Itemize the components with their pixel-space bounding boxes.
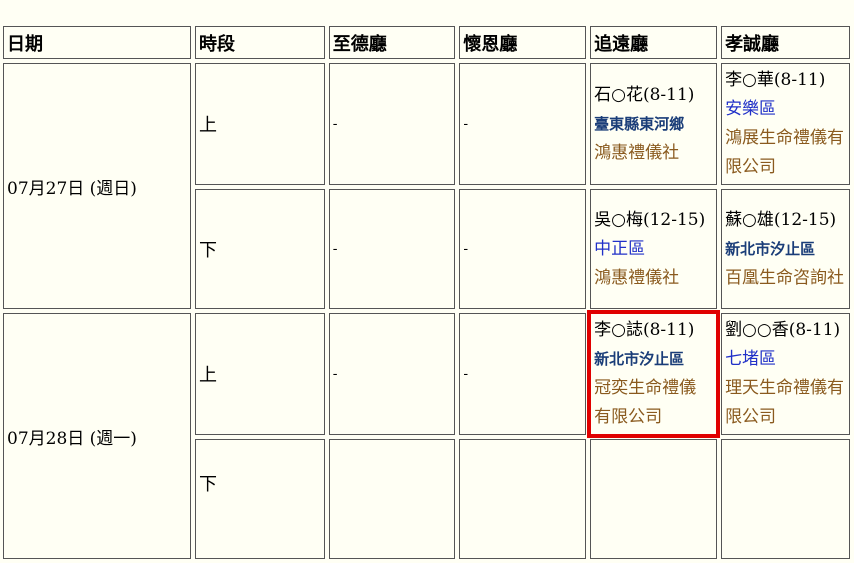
deceased-name: 劉○○香(8-11) bbox=[725, 320, 841, 340]
funeral-company: 理天生命禮儀有限公司 bbox=[725, 378, 845, 427]
table-row: 07月28日 (週一) 上 - - 李○誌(8-11) 新北市汐止區 冠奕生命禮… bbox=[3, 310, 850, 559]
region-text: 七堵區 bbox=[725, 349, 777, 369]
zhuiyuan-cell: 吳○梅(12-15) 中正區 鴻惠禮儀社 bbox=[590, 189, 718, 309]
funeral-company: 鴻惠禮儀社 bbox=[594, 142, 680, 163]
zhuiyuan-cell: 石○花(8-11) 臺東縣東河鄉 鴻惠禮儀社 bbox=[590, 63, 718, 185]
xiaocheng-cell: 李○華(8-11) 安樂區 鴻展生命禮儀有限公司 bbox=[721, 63, 850, 185]
zhide-cell: - bbox=[328, 63, 456, 185]
deceased-name: 蘇○雄(12-15) bbox=[725, 209, 837, 230]
zhuiyuan-cell-highlighted: 李○誌(8-11) 新北市汐止區 冠奕生命禮儀有限公司 bbox=[587, 310, 721, 438]
zhide-cell: - bbox=[328, 313, 456, 435]
deceased-name: 李○華(8-11) bbox=[725, 70, 826, 90]
date-cell: 07月28日 (週一) bbox=[3, 313, 192, 559]
huaien-cell: - bbox=[459, 189, 587, 309]
region-text: 臺東縣東河鄉 bbox=[594, 114, 685, 133]
region-text: 安樂區 bbox=[725, 99, 777, 119]
funeral-company: 冠奕生命禮儀有限公司 bbox=[594, 378, 697, 427]
header-xiaocheng-hall: 孝誠廳 bbox=[721, 26, 850, 59]
deceased-name: 吳○梅(12-15) bbox=[594, 209, 706, 230]
header-period: 時段 bbox=[195, 26, 325, 59]
xiaocheng-cell bbox=[721, 439, 850, 559]
huaien-cell bbox=[459, 439, 587, 559]
table-row: 07月27日 (週日) 上 - - 石○花(8-11) 臺東縣東河鄉 鴻惠禮儀社… bbox=[3, 63, 850, 309]
schedule-container: 日期 時段 至德廳 懷恩廳 追遠廳 孝誠廳 07月27日 (週日) 上 - - … bbox=[0, 22, 854, 563]
huaien-cell: - bbox=[459, 313, 587, 435]
zhide-cell: - bbox=[328, 189, 456, 309]
deceased-name: 李○誌(8-11) bbox=[594, 320, 695, 340]
header-date: 日期 bbox=[3, 26, 192, 59]
xiaocheng-cell: 劉○○香(8-11) 七堵區 理天生命禮儀有限公司 bbox=[721, 313, 850, 435]
header-huaien-hall: 懷恩廳 bbox=[459, 26, 587, 59]
huaien-cell: - bbox=[459, 63, 587, 185]
zhuiyuan-cell bbox=[590, 439, 718, 559]
region-text: 新北市汐止區 bbox=[725, 239, 816, 258]
region-text: 新北市汐止區 bbox=[594, 350, 685, 368]
period-cell: 下 bbox=[195, 439, 325, 559]
period-cell: 下 bbox=[195, 189, 325, 309]
header-zhide-hall: 至德廳 bbox=[328, 26, 456, 59]
period-cell: 上 bbox=[195, 313, 325, 435]
date-cell: 07月27日 (週日) bbox=[3, 63, 192, 309]
funeral-company: 鴻展生命禮儀有限公司 bbox=[725, 128, 845, 177]
zhide-cell bbox=[328, 439, 456, 559]
header-row: 日期 時段 至德廳 懷恩廳 追遠廳 孝誠廳 bbox=[3, 26, 850, 59]
funeral-company: 百凰生命咨詢社 bbox=[725, 267, 845, 288]
deceased-name: 石○花(8-11) bbox=[594, 84, 695, 105]
header-zhuiyuan-hall: 追遠廳 bbox=[590, 26, 718, 59]
region-text: 中正區 bbox=[594, 238, 646, 259]
funeral-company: 鴻惠禮儀社 bbox=[594, 267, 680, 288]
xiaocheng-cell: 蘇○雄(12-15) 新北市汐止區 百凰生命咨詢社 bbox=[721, 189, 850, 309]
period-cell: 上 bbox=[195, 63, 325, 185]
schedule-table: 日期 時段 至德廳 懷恩廳 追遠廳 孝誠廳 07月27日 (週日) 上 - - … bbox=[0, 22, 854, 563]
